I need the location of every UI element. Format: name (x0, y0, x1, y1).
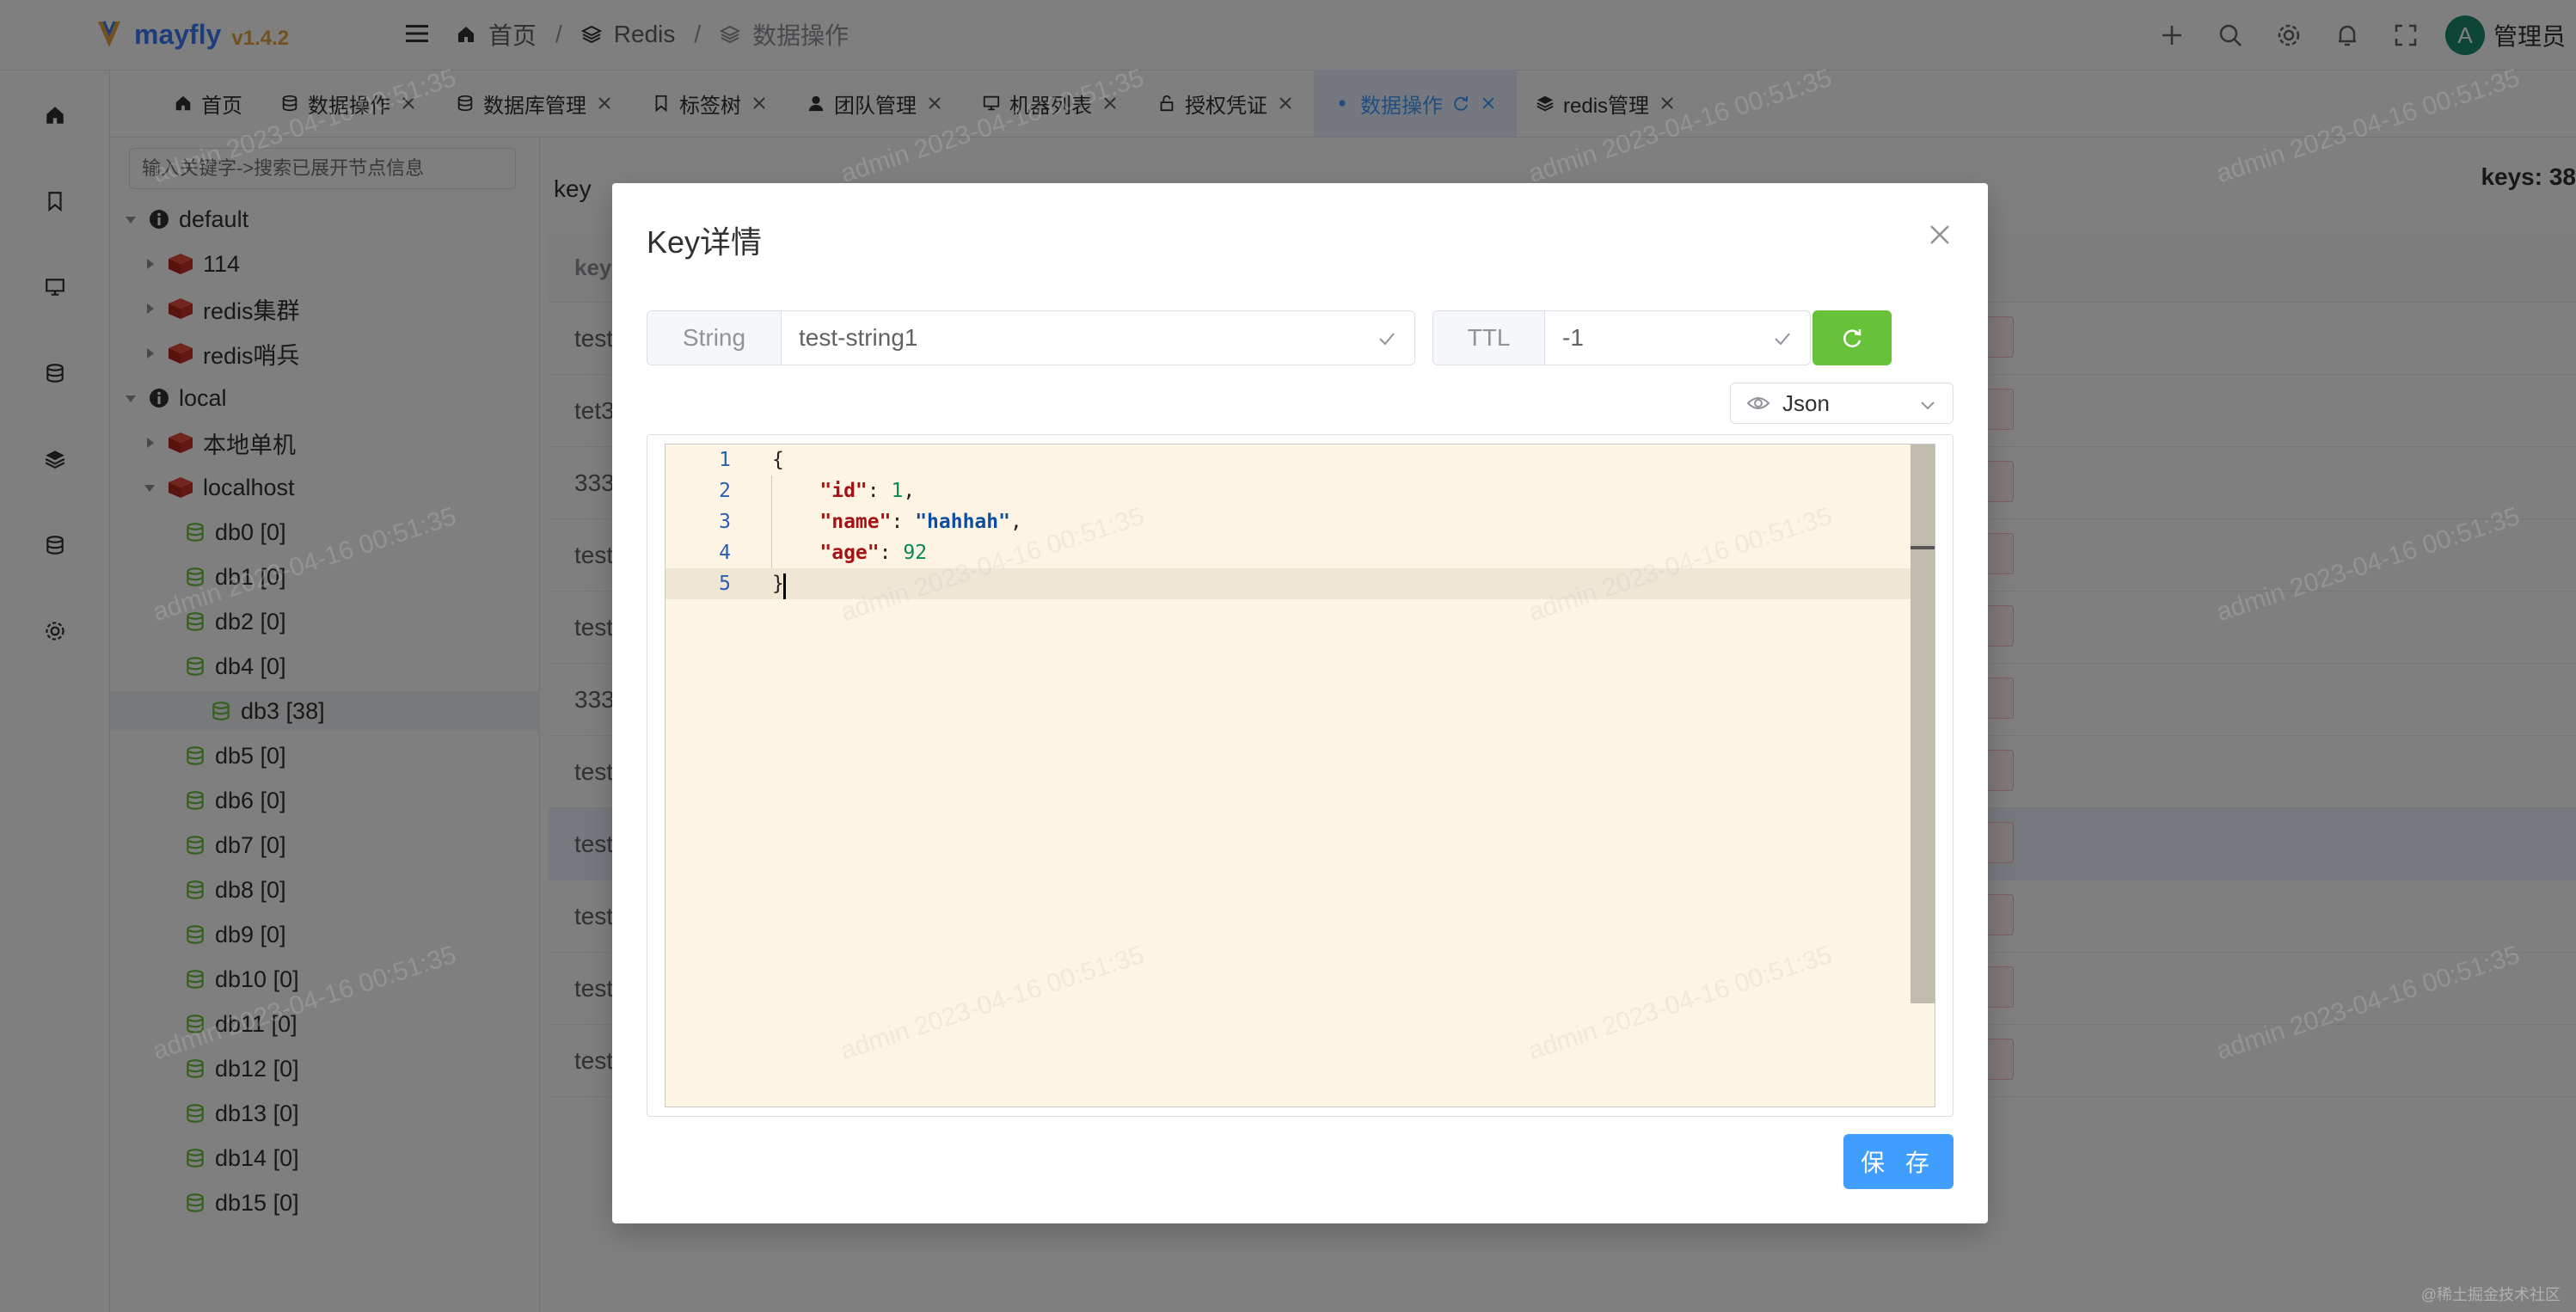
refresh-icon (1843, 329, 1861, 347)
editor-line: 1{ (665, 444, 1912, 475)
editor-line: 2 "id": 1, (665, 475, 1912, 506)
json-punct: , (903, 480, 916, 502)
line-number: 3 (719, 511, 731, 533)
key-detail-dialog: Key详情 String test-string1 TTL -1 Json 1{… (612, 183, 1988, 1223)
json-value: "hahhah" (915, 511, 1010, 533)
json-value: 1 (891, 480, 904, 502)
line-number: 5 (719, 573, 731, 595)
code-text: } (772, 573, 784, 595)
check-icon (1379, 333, 1395, 346)
key-type-label: String (647, 311, 782, 365)
corner-watermark: @稀土掘金技术社区 (2420, 1286, 2561, 1303)
line-number: 1 (719, 449, 731, 471)
ttl-label: TTL (1433, 311, 1545, 365)
check-icon (1775, 333, 1790, 346)
scrollbar-marker (1911, 546, 1935, 549)
editor-line: 5} (665, 568, 1912, 599)
close-icon[interactable] (1926, 221, 1953, 248)
json-key: "age" (819, 542, 880, 564)
ttl-input-group: TTL -1 (1432, 310, 1811, 365)
code-text: "age": 92 (819, 542, 928, 564)
indent-guide (771, 475, 772, 568)
code-text: "name": "hahhah", (819, 511, 1022, 533)
line-number: 2 (719, 480, 731, 502)
code-text: { (772, 449, 784, 471)
format-select-value: Json (1782, 389, 1830, 416)
json-code-editor[interactable]: 1{2 "id": 1, 3 "name": "hahhah", 4 "age": … (665, 444, 1935, 1107)
chevron-down-icon (1921, 402, 1935, 410)
editor-scrollbar[interactable] (1911, 444, 1935, 1003)
editor-line: 3 "name": "hahhah", (665, 506, 1912, 537)
text-cursor (783, 573, 786, 599)
value-editor-container: 1{2 "id": 1, 3 "name": "hahhah", 4 "age": … (647, 434, 1953, 1117)
json-key: "name" (819, 511, 892, 533)
format-select[interactable]: Json (1730, 383, 1953, 424)
code-text: "id": 1, (819, 480, 916, 502)
refresh-button[interactable] (1812, 310, 1892, 365)
key-input-group: String test-string1 (647, 310, 1415, 365)
save-button[interactable]: 保 存 (1843, 1134, 1953, 1189)
json-punct: , (1009, 511, 1022, 533)
eye-icon (1746, 397, 1770, 409)
key-name-input[interactable]: test-string1 (782, 311, 1414, 365)
editor-line: 4 "age": 92 (665, 537, 1912, 568)
dialog-title: Key详情 (647, 224, 763, 260)
json-key: "id" (819, 480, 868, 502)
line-number: 4 (719, 542, 731, 564)
ttl-input[interactable]: -1 (1545, 311, 1810, 365)
json-value: 92 (903, 542, 928, 564)
